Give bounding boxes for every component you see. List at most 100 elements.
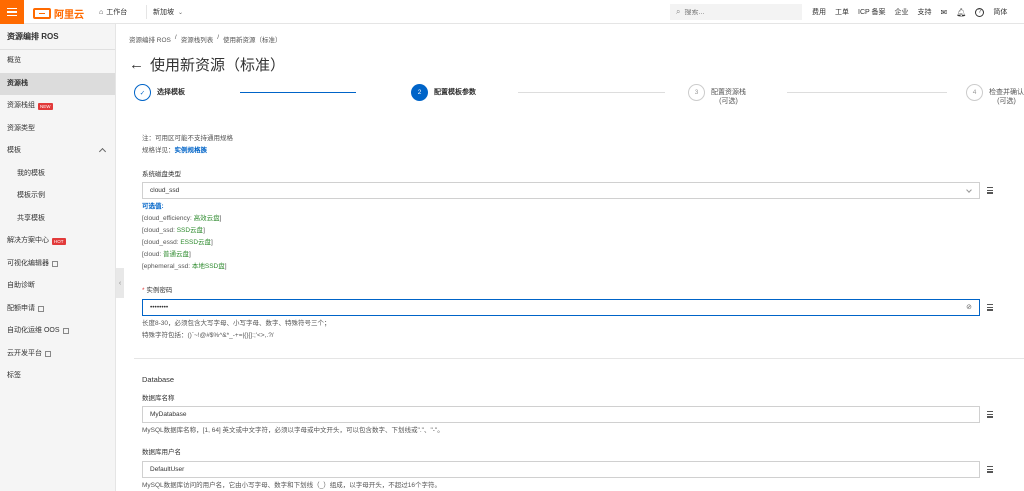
logo-mark-icon xyxy=(33,8,51,19)
sidebar: 资源编排 ROS 概览 资源栈 资源栈组 NEW 资源类型 模板 我的模板 模板示… xyxy=(0,24,116,491)
chevron-left-icon: ‹ xyxy=(118,279,122,287)
region-selector[interactable]: 新加坡 ⌄ xyxy=(146,5,189,19)
sidebar-item-label: 共享模板 xyxy=(17,214,45,222)
external-link-icon xyxy=(45,350,51,357)
breadcrumb-stack-list[interactable]: 资源栈列表 xyxy=(181,34,214,44)
search-input[interactable] xyxy=(684,8,795,16)
breadcrumb-sep: / xyxy=(174,34,177,41)
allowed-values-title: 可选值: xyxy=(142,203,164,210)
workspace-button[interactable]: ⌂ 工作台 xyxy=(94,5,133,19)
spec-family-link[interactable]: 实例规格族 xyxy=(175,147,208,154)
step-label: 配置模板参数 xyxy=(434,89,476,96)
db-name-value: MyDatabase xyxy=(150,411,187,418)
main-content: 资源编排 ROS / 资源栈列表 / 使用新资源（标准） ← 使用新资源（标准）… xyxy=(124,24,1024,491)
new-badge: NEW xyxy=(38,102,53,110)
db-name-hint: MySQL数据库名称，[1, 64] 英文或中文字符，必须以字母或中文开头，可以… xyxy=(142,427,444,434)
db-user-value: DefaultUser xyxy=(150,466,185,473)
home-icon: ⌂ xyxy=(99,8,104,16)
sidebar-item-tags[interactable]: 标签 xyxy=(0,365,115,388)
help-icon[interactable]: ? xyxy=(975,7,985,17)
sidebar-item-label: 资源栈组 xyxy=(7,102,35,109)
disk-type-label: 系统磁盘类型 xyxy=(142,171,181,178)
step-connector xyxy=(240,92,356,93)
parameter-info-icon[interactable] xyxy=(987,187,993,194)
sidebar-item-oos[interactable]: 自动化运维 OOS xyxy=(0,320,115,343)
sidebar-item-overview[interactable]: 概览 xyxy=(0,50,115,73)
aliyun-logo[interactable]: 阿里云 xyxy=(33,6,84,21)
step-3[interactable]: 3 配置资源栈 (可选) xyxy=(688,84,746,106)
sidebar-item-resource-types[interactable]: 资源类型 xyxy=(0,118,115,141)
chevron-down-icon xyxy=(966,187,972,193)
sidebar-item-visual-editor[interactable]: 可视化编辑器 xyxy=(0,253,115,276)
sidebar-item-label: 模板示例 xyxy=(17,192,45,199)
mail-icon[interactable]: ✉ xyxy=(941,8,948,17)
required-marker: * xyxy=(142,287,145,294)
page-title: ← 使用新资源（标准） xyxy=(129,54,285,75)
breadcrumb-current: 使用新资源（标准） xyxy=(223,37,282,44)
menu-button[interactable] xyxy=(0,0,24,24)
nav-icp[interactable]: ICP 备案 xyxy=(858,7,886,17)
sidebar-item-label: 资源栈 xyxy=(7,79,28,87)
sidebar-item-label: 资源类型 xyxy=(7,124,35,132)
step-1[interactable]: ✓ 选择模板 xyxy=(134,84,185,101)
breadcrumb-ros[interactable]: 资源编排 ROS xyxy=(129,34,171,44)
language-switch[interactable]: 简体 xyxy=(993,7,1007,17)
section-title-database: Database xyxy=(142,375,175,384)
sidebar-item-label: 自助诊断 xyxy=(7,282,35,289)
step-2[interactable]: 2 配置模板参数 xyxy=(411,84,476,101)
password-hint: 长度8-30，必须包含大写字母、小写字母、数字、特殊符号三个； xyxy=(142,320,331,327)
password-field[interactable]: •••••••• ⊘ xyxy=(142,299,980,316)
back-arrow-icon[interactable]: ← xyxy=(129,56,144,73)
breadcrumb-sep: / xyxy=(217,34,220,41)
sidebar-item-diagnosis[interactable]: 自助诊断 xyxy=(0,275,115,298)
step-4[interactable]: 4 检查并确认 (可选) xyxy=(966,84,1024,106)
disk-type-select[interactable]: cloud_ssd xyxy=(142,182,980,199)
allowed-value: [cloud_essd: ESSD云盘] xyxy=(142,239,213,246)
sidebar-item-label: 我的模板 xyxy=(17,169,45,177)
breadcrumb: 资源编排 ROS / 资源栈列表 / 使用新资源（标准） xyxy=(129,34,282,44)
toggle-visibility-icon[interactable]: ⊘ xyxy=(966,303,972,311)
external-link-icon xyxy=(38,305,44,312)
step-connector xyxy=(787,92,947,93)
step-number: 3 xyxy=(688,84,705,101)
disk-type-value: cloud_ssd xyxy=(150,187,180,194)
sidebar-item-dev-platform[interactable]: 云开发平台 xyxy=(0,343,115,366)
parameter-info-icon[interactable] xyxy=(987,304,993,311)
sidebar-item-my-templates[interactable]: 我的模板 xyxy=(0,163,115,186)
db-name-input[interactable]: MyDatabase xyxy=(142,406,980,423)
sidebar-collapse-handle[interactable]: ‹ xyxy=(116,268,124,298)
nav-enterprise[interactable]: 企业 xyxy=(895,7,909,17)
hot-badge: HOT xyxy=(52,237,66,245)
db-user-hint: MySQL数据库访问的用户名，它由小写字母、数字和下划线（_）组成，以字母开头，… xyxy=(142,482,442,489)
note-spec: 规格详见：实例规格族 xyxy=(142,147,208,154)
section-divider xyxy=(134,358,1024,359)
sidebar-item-stack-groups[interactable]: 资源栈组 NEW xyxy=(0,95,115,118)
bell-icon[interactable]: 🔔︎ xyxy=(956,8,966,17)
external-link-icon xyxy=(62,328,69,335)
search-box[interactable]: ⌕ xyxy=(670,4,802,20)
sidebar-item-templates[interactable]: 模板 xyxy=(0,140,115,163)
sidebar-item-label: 配额申请 xyxy=(7,304,35,312)
sidebar-item-quota[interactable]: 配额申请 xyxy=(0,298,115,321)
external-link-icon xyxy=(52,260,58,267)
sidebar-item-shared-templates[interactable]: 共享模板 xyxy=(0,208,115,231)
sidebar-item-label: 概览 xyxy=(7,57,21,64)
sidebar-item-label: 解决方案中心 xyxy=(7,237,49,244)
step-indicator: ✓ 选择模板 2 配置模板参数 3 配置资源栈 (可选) 4 检查并确认 (可选) xyxy=(134,84,1024,114)
parameter-info-icon[interactable] xyxy=(987,411,993,418)
nav-ticket[interactable]: 工单 xyxy=(835,7,849,17)
db-name-label: 数据库名称 xyxy=(142,395,175,402)
sidebar-item-label: 标签 xyxy=(7,372,21,379)
nav-support[interactable]: 支持 xyxy=(918,7,932,17)
nav-billing[interactable]: 费用 xyxy=(812,7,826,17)
parameter-info-icon[interactable] xyxy=(987,466,993,473)
sidebar-item-stacks[interactable]: 资源栈 xyxy=(0,72,115,95)
page-title-text: 使用新资源（标准） xyxy=(150,57,286,74)
sidebar-item-solutions[interactable]: 解决方案中心 HOT xyxy=(0,230,115,253)
db-user-input[interactable]: DefaultUser xyxy=(142,461,980,478)
sidebar-item-template-examples[interactable]: 模板示例 xyxy=(0,185,115,208)
chevron-down-icon: ⌄ xyxy=(178,9,184,16)
step-label: 配置资源栈 (可选) xyxy=(711,89,746,105)
step-connector xyxy=(518,92,665,93)
allowed-value: [cloud_ssd: SSD云盘] xyxy=(142,227,205,234)
